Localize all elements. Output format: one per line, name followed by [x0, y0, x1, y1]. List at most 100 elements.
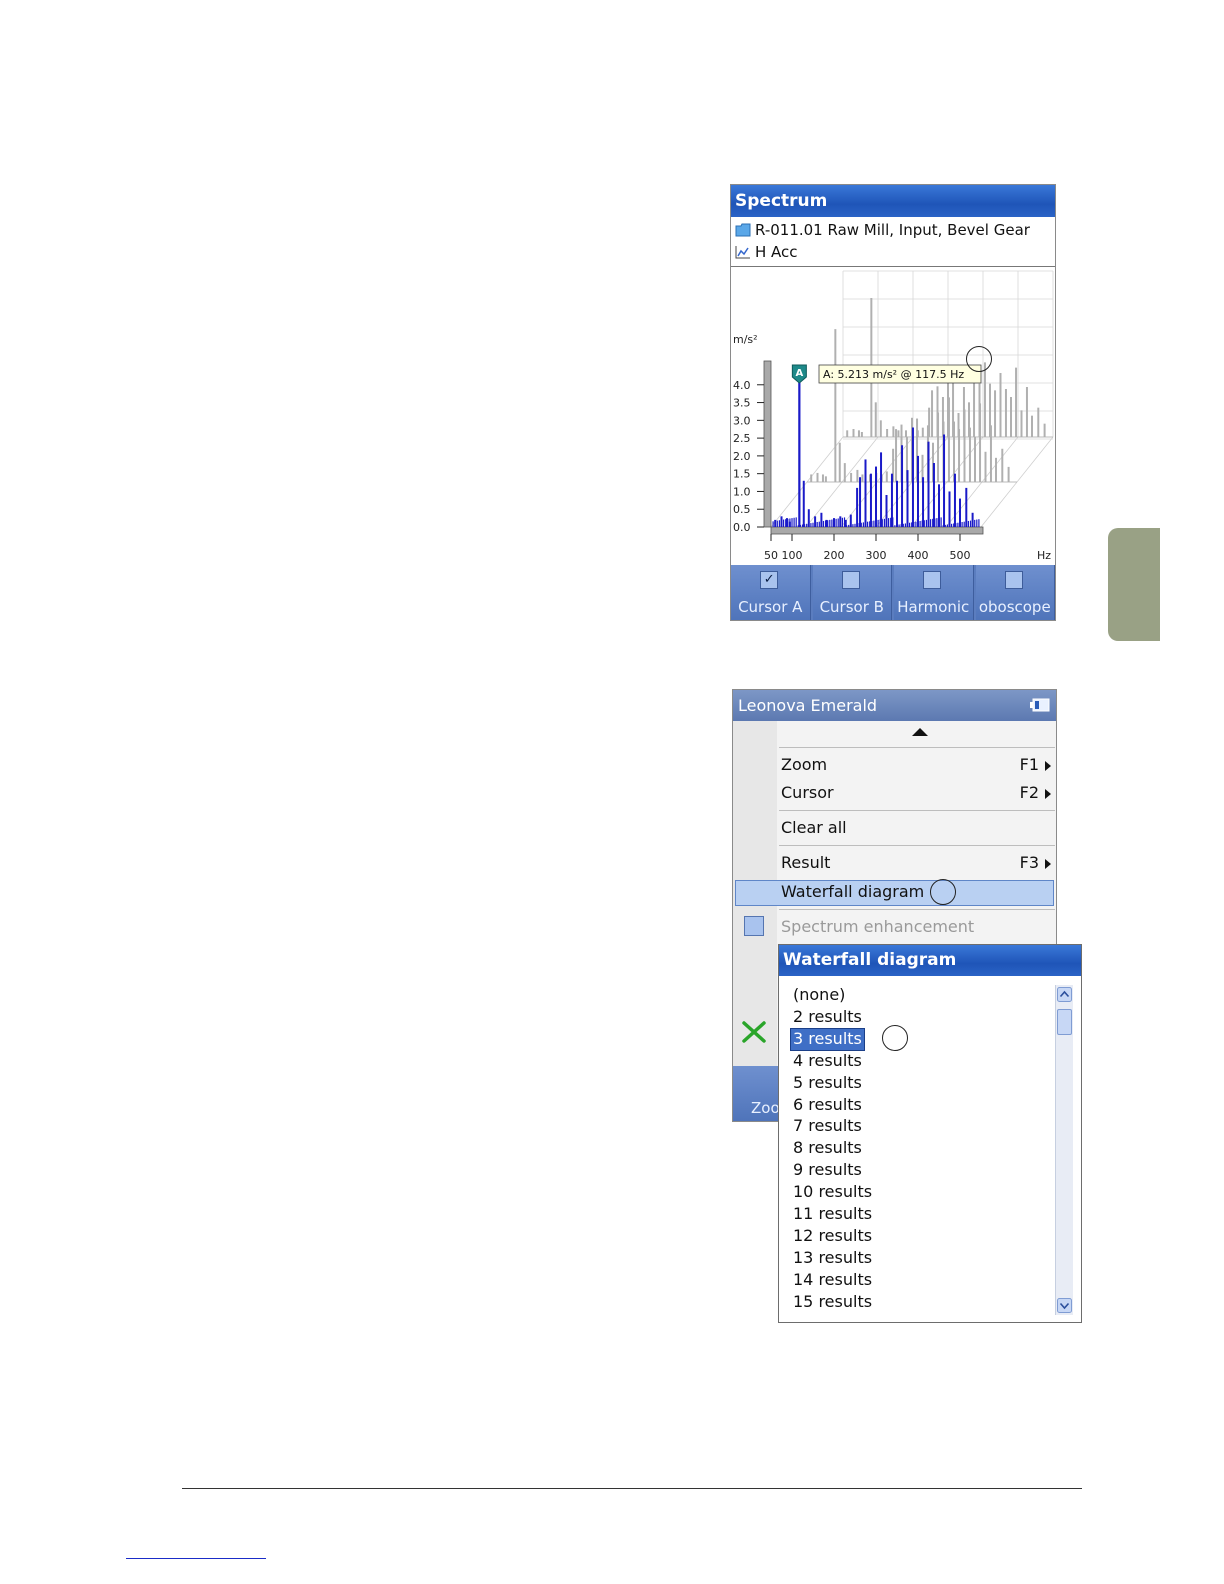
menu-item-zoom[interactable]: Zoom F1 [781, 751, 1053, 779]
spectrum-plot[interactable]: 4.0 3.5 3.0 2.5 2.0 1.5 1.0 0.5 0.0 50 100 200 300 4… [731, 267, 1055, 565]
menu-separator [779, 909, 1055, 910]
waterfall-option[interactable]: 14 results [791, 1270, 874, 1291]
harmonic-button[interactable]: Harmonic [894, 565, 974, 620]
y-tick-label: 1.5 [733, 468, 751, 481]
cursor-a-marker-label: A [795, 368, 803, 379]
waterfall-scrollbar[interactable] [1055, 985, 1073, 1315]
callout-circle-2 [930, 879, 956, 905]
menu-bottom-button[interactable]: Zoo [733, 1066, 779, 1121]
waterfall-option[interactable]: 4 results [791, 1051, 864, 1072]
y-tick-label: 3.5 [733, 397, 751, 410]
cursor-b-checkbox[interactable] [841, 571, 860, 589]
waterfall-option[interactable]: 7 results [791, 1116, 864, 1137]
waterfall-option[interactable]: 11 results [791, 1204, 874, 1225]
waterfall-option[interactable]: 13 results [791, 1248, 874, 1269]
menu-item-result-label: Result [781, 853, 831, 872]
measurement-text: H Acc [755, 243, 798, 261]
x-tick-label: 50 [764, 549, 778, 562]
spectrum-window: Spectrum R-011.01 Raw Mill, Input, Bevel… [730, 184, 1056, 621]
submenu-arrow-icon [1045, 761, 1051, 771]
menu-item-clear-all[interactable]: Clear all [781, 814, 1053, 842]
menu-separator [779, 747, 1055, 748]
waterfall-option[interactable]: 5 results [791, 1073, 864, 1094]
x-tick-label: 400 [908, 549, 929, 562]
waterfall-title: Waterfall diagram [779, 945, 1081, 976]
callout-circle-3 [882, 1025, 908, 1051]
scroll-up-icon[interactable] [1057, 987, 1072, 1002]
x-axis-bar [770, 526, 984, 535]
cursor-readout: A: 5.213 m/s² @ 117.5 Hz [823, 368, 964, 381]
cursor-a-label: Cursor A [738, 598, 803, 616]
y-tick-label: 2.5 [733, 432, 751, 445]
location-text: R-011.01 Raw Mill, Input, Bevel Gear [755, 221, 1030, 239]
stroboscope-label: oboscope [978, 598, 1051, 616]
cursor-a-checkbox[interactable]: ✓ [760, 571, 779, 589]
x-ticks: 50 100 200 300 400 500 [764, 534, 971, 562]
stroboscope-checkbox[interactable] [1004, 571, 1023, 589]
scroll-up-arrow-icon[interactable] [911, 727, 929, 737]
menu-item-waterfall-label: Waterfall diagram [781, 882, 925, 901]
x-tick-label: 100 [782, 549, 803, 562]
waterfall-dialog: Waterfall diagram (none) 2 results 3 resul… [778, 944, 1082, 1323]
menu-item-zoom-key: F1 [1019, 755, 1039, 774]
waterfall-option[interactable]: 15 results [791, 1292, 874, 1313]
waterfall-option[interactable]: 6 results [791, 1095, 864, 1116]
menu-item-clear-all-label: Clear all [781, 818, 847, 837]
battery-icon [1030, 698, 1050, 712]
waterfall-option[interactable]: 10 results [791, 1182, 874, 1203]
y-tick-label: 3.0 [733, 414, 751, 427]
spectrum-title: Spectrum [731, 185, 1055, 217]
waterfall-option[interactable]: 2 results [791, 1007, 864, 1028]
measurement-row: H Acc [731, 241, 1055, 263]
y-tick-label: 0.5 [733, 503, 751, 516]
spectrum-info: R-011.01 Raw Mill, Input, Bevel Gear H A… [731, 217, 1055, 267]
menu-separator [779, 845, 1055, 846]
y-axis-bar [763, 360, 772, 528]
y-unit-label: m/s² [733, 333, 758, 346]
cursor-b-button[interactable]: Cursor B [812, 565, 892, 620]
folder-icon [735, 223, 751, 237]
menu-item-result-key: F3 [1019, 853, 1039, 872]
cursor-a-button[interactable]: ✓ Cursor A [731, 565, 811, 620]
close-x-icon[interactable] [741, 1020, 767, 1044]
y-ticks: 4.0 3.5 3.0 2.5 2.0 1.5 1.0 0.5 0.0 [733, 379, 764, 534]
stroboscope-button[interactable]: oboscope [975, 565, 1055, 620]
submenu-arrow-icon [1045, 859, 1051, 869]
x-tick-label: 200 [824, 549, 845, 562]
waterfall-option[interactable]: 9 results [791, 1160, 864, 1181]
y-tick-label: 0.0 [733, 521, 751, 534]
menu-item-cursor[interactable]: Cursor F2 [781, 779, 1053, 807]
chart-icon [735, 246, 750, 259]
chapter-side-tab [1108, 528, 1160, 641]
cursor-b-label: Cursor B [819, 598, 884, 616]
menu-item-spectrum-enhancement-label: Spectrum enhancement [781, 917, 975, 936]
submenu-arrow-icon [1045, 789, 1051, 799]
x-tick-label: 500 [950, 549, 971, 562]
x-tick-label: 300 [866, 549, 887, 562]
spectrum-toolbar: ✓ Cursor A Cursor B Harmonic oboscope [731, 565, 1055, 620]
menu-title-bar: Leonova Emerald [733, 690, 1056, 721]
harmonic-checkbox[interactable] [923, 571, 942, 589]
scroll-thumb[interactable] [1057, 1009, 1072, 1035]
waterfall-option[interactable]: (none) [791, 985, 847, 1006]
harmonic-label: Harmonic [897, 598, 970, 616]
y-tick-label: 1.0 [733, 485, 751, 498]
waterfall-option[interactable]: 3 results [790, 1027, 865, 1051]
menu-item-result[interactable]: Result F3 [781, 849, 1053, 877]
waterfall-option[interactable]: 8 results [791, 1138, 864, 1159]
menu-separator [779, 810, 1055, 811]
y-tick-label: 2.0 [733, 450, 751, 463]
menu-item-zoom-label: Zoom [781, 755, 828, 774]
menu-item-cursor-label: Cursor [781, 783, 834, 802]
menu-item-waterfall[interactable]: Waterfall diagram [781, 878, 1053, 906]
spectrum-enhancement-checkbox[interactable] [744, 916, 764, 936]
menu-item-spectrum-enhancement[interactable]: Spectrum enhancement [781, 913, 1053, 941]
scroll-down-icon[interactable] [1057, 1298, 1072, 1313]
menu-title: Leonova Emerald [738, 696, 878, 715]
location-row: R-011.01 Raw Mill, Input, Bevel Gear [731, 219, 1055, 241]
menu-bottom-label: Zoo [751, 1099, 779, 1117]
waterfall-option[interactable]: 12 results [791, 1226, 874, 1247]
callout-circle-1 [966, 346, 992, 372]
menu-item-cursor-key: F2 [1019, 783, 1039, 802]
x-unit-label: Hz [1037, 549, 1051, 562]
